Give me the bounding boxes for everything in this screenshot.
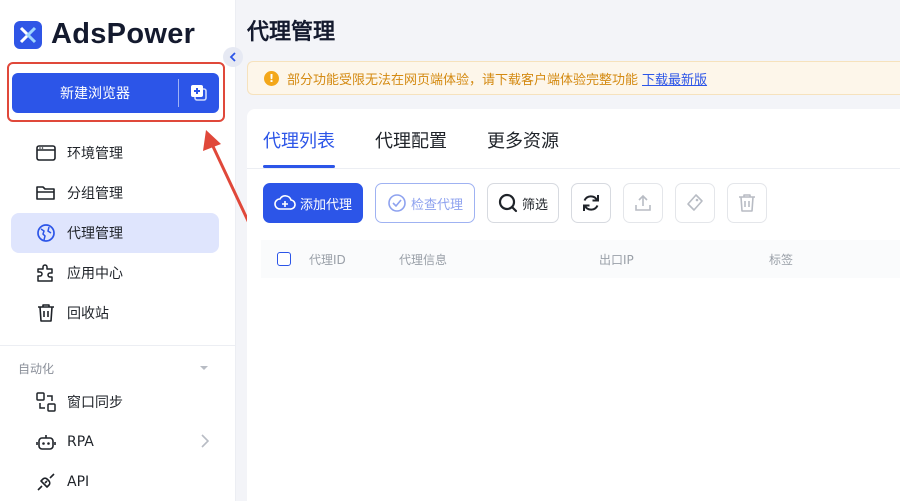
sidebar-item-label: 分组管理 [67, 186, 123, 202]
trash-icon [739, 194, 755, 212]
window-icon [35, 142, 57, 164]
sidebar-item-label: 代理管理 [67, 226, 123, 242]
sidebar-item-app-center[interactable]: 应用中心 [11, 253, 219, 293]
sidebar-item-window-sync[interactable]: 窗口同步 [11, 382, 219, 422]
adspower-logo-icon [14, 20, 42, 49]
tab-proxy-config[interactable]: 代理配置 [375, 127, 447, 153]
tag-icon [687, 194, 703, 211]
refresh-button[interactable] [571, 183, 611, 223]
sidebar-item-api[interactable]: API [11, 462, 219, 501]
notice-banner: ! 部分功能受限无法在网页端体验，请下载客户端体验完整功能 下载最新版 [247, 61, 900, 95]
delete-button[interactable] [727, 183, 767, 223]
tag-button[interactable] [675, 183, 715, 223]
chevron-left-icon [229, 52, 236, 62]
column-header-proxy-id[interactable]: 代理ID [309, 251, 346, 268]
sidebar-divider [0, 345, 236, 346]
cloud-add-icon [274, 195, 296, 210]
sidebar-item-proxies[interactable]: 代理管理 [11, 213, 219, 253]
upload-button[interactable] [623, 183, 663, 223]
tab-proxy-list[interactable]: 代理列表 [263, 127, 335, 153]
sidebar-item-rpa[interactable]: RPA [11, 422, 219, 462]
warning-icon: ! [264, 70, 279, 86]
new-browser-button-group: 新建浏览器 [12, 73, 219, 113]
logo[interactable]: AdsPower [14, 18, 195, 51]
add-proxy-button[interactable]: 添加代理 [263, 183, 363, 223]
sidebar-item-recycle-bin[interactable]: 回收站 [11, 293, 219, 333]
sidebar-item-label: 回收站 [67, 306, 109, 322]
filter-button[interactable]: 筛选 [487, 183, 559, 223]
select-all-checkbox[interactable] [277, 252, 291, 266]
folder-icon [35, 182, 57, 204]
logo-text: AdsPower [51, 18, 196, 50]
page-title: 代理管理 [247, 20, 336, 45]
batch-create-button[interactable] [179, 73, 219, 113]
tab-more-resources[interactable]: 更多资源 [487, 127, 559, 153]
sidebar-item-label: 应用中心 [67, 266, 123, 282]
globe-icon [35, 222, 57, 244]
search-icon [498, 193, 518, 213]
sidebar-item-environments[interactable]: 环境管理 [11, 133, 219, 173]
active-tab-indicator [263, 165, 335, 168]
column-header-exit-ip[interactable]: 出口IP [599, 251, 634, 268]
notice-text: 部分功能受限无法在网页端体验，请下载客户端体验完整功能 [287, 72, 639, 88]
collapse-sidebar-button[interactable] [223, 47, 243, 67]
check-circle-icon [388, 194, 406, 212]
trash-icon [35, 302, 57, 324]
proxy-panel: 代理列表 代理配置 更多资源 添加代理 检查代理 筛选 代理ID 代理信息 出口… [247, 109, 900, 501]
tab-bar: 代理列表 代理配置 更多资源 [247, 109, 900, 169]
check-proxy-label: 检查代理 [410, 197, 463, 213]
check-proxy-button[interactable]: 检查代理 [375, 183, 475, 223]
upload-icon [635, 194, 651, 211]
table-header: 代理ID 代理信息 出口IP 标签 [261, 240, 900, 278]
sidebar-item-groups[interactable]: 分组管理 [11, 173, 219, 213]
add-proxy-label: 添加代理 [299, 197, 352, 213]
sync-window-icon [35, 391, 57, 413]
sidebar-item-label: RPA [67, 434, 94, 450]
puzzle-icon [35, 262, 57, 284]
download-link[interactable]: 下载最新版 [642, 69, 707, 88]
add-copy-icon [191, 85, 207, 101]
robot-icon [35, 431, 57, 453]
chevron-right-icon [201, 434, 209, 448]
sidebar-item-label: 环境管理 [67, 146, 123, 162]
section-label-automation: 自动化 [18, 362, 55, 376]
caret-down-icon[interactable] [199, 364, 209, 372]
sidebar-item-label: API [67, 474, 90, 490]
filter-label: 筛选 [521, 197, 548, 213]
new-browser-button[interactable]: 新建浏览器 [12, 73, 178, 113]
plug-icon [35, 471, 57, 493]
refresh-icon [583, 195, 599, 211]
column-header-proxy-info[interactable]: 代理信息 [399, 251, 447, 268]
sidebar-item-label: 窗口同步 [67, 395, 123, 411]
sidebar: AdsPower 新建浏览器 环境管理 分组管理 代理管理 应用中心 回收站 自… [0, 0, 236, 501]
column-header-tags[interactable]: 标签 [769, 251, 793, 268]
